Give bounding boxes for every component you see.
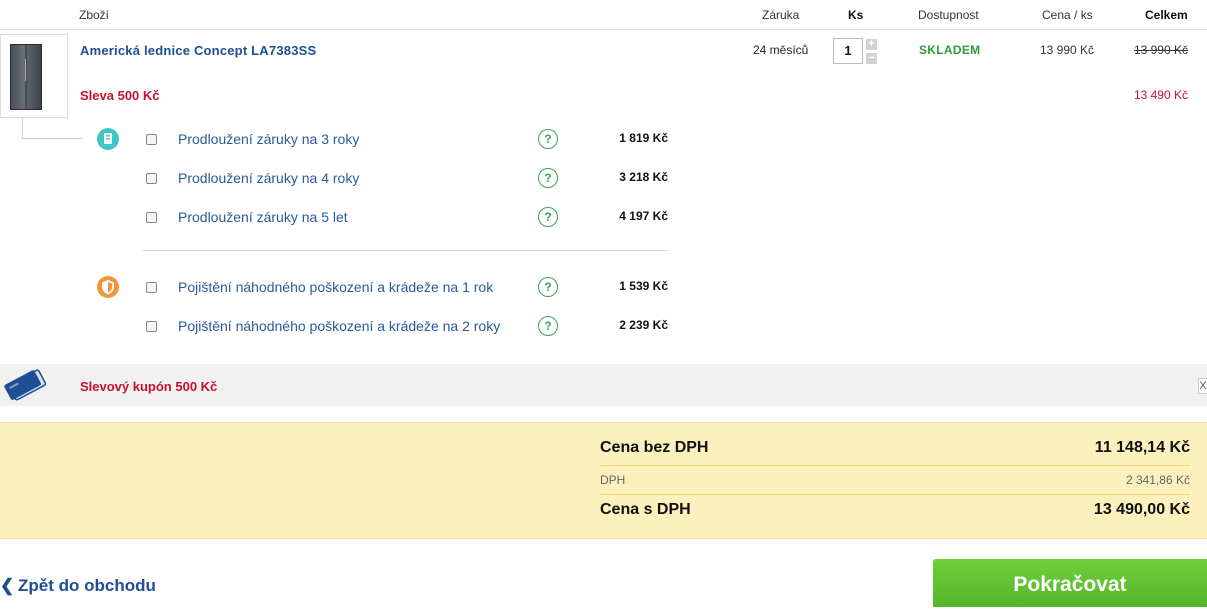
chevron-left-icon: ❮ bbox=[0, 576, 15, 595]
tree-connector bbox=[22, 138, 82, 139]
service-label[interactable]: Prodloužení záruky na 3 roky bbox=[178, 131, 359, 147]
col-total: Celkem bbox=[1145, 8, 1188, 22]
summary-with-vat: Cena s DPH 13 490,00 Kč bbox=[600, 501, 1190, 521]
service-checkbox[interactable] bbox=[146, 282, 157, 293]
help-icon[interactable]: ? bbox=[538, 316, 558, 336]
product-thumbnail[interactable] bbox=[0, 34, 68, 118]
service-price: 1 819 Kč bbox=[619, 131, 668, 145]
col-product: Zboží bbox=[79, 8, 110, 22]
product-warranty: 24 měsíců bbox=[753, 43, 809, 57]
summary-value: 11 148,14 Kč bbox=[1094, 439, 1190, 456]
col-qty: Ks bbox=[848, 8, 864, 22]
total-discounted-price: 13 490 Kč bbox=[1133, 88, 1188, 102]
quantity-input[interactable]: 1 bbox=[833, 38, 863, 64]
back-to-shop-link[interactable]: ❮ Zpět do obchodu bbox=[0, 576, 156, 596]
service-checkbox[interactable] bbox=[146, 321, 157, 332]
services-divider bbox=[143, 250, 668, 251]
coupon-label: Slevový kupón 500 Kč bbox=[80, 379, 218, 394]
service-price: 2 239 Kč bbox=[619, 318, 668, 332]
service-price: 1 539 Kč bbox=[619, 279, 668, 293]
cart-table-header: Zboží Záruka Ks Dostupnost Cena / ks Cel… bbox=[0, 0, 1207, 30]
summary-label: Cena bez DPH bbox=[600, 439, 709, 456]
col-availability: Dostupnost bbox=[918, 8, 979, 22]
back-label: Zpět do obchodu bbox=[18, 576, 156, 595]
service-label[interactable]: Prodloužení záruky na 5 let bbox=[178, 209, 348, 225]
availability-status: SKLADEM bbox=[919, 43, 981, 57]
summary-label: Cena s DPH bbox=[600, 501, 691, 518]
help-icon[interactable]: ? bbox=[538, 129, 558, 149]
qty-minus-button[interactable]: − bbox=[866, 53, 877, 64]
help-icon[interactable]: ? bbox=[538, 207, 558, 227]
total-original-price: 13 990 Kč bbox=[1133, 43, 1188, 57]
coupon-remove-button[interactable]: X bbox=[1198, 378, 1207, 394]
help-icon[interactable]: ? bbox=[538, 277, 558, 297]
col-unit-price: Cena / ks bbox=[1042, 8, 1093, 22]
service-checkbox[interactable] bbox=[146, 173, 157, 184]
col-warranty: Záruka bbox=[762, 8, 800, 22]
summary-without-vat: Cena bez DPH 11 148,14 Kč bbox=[600, 439, 1190, 459]
product-name-link[interactable]: Americká lednice Concept LA7383SS bbox=[80, 43, 316, 58]
coupon-ticket-icon bbox=[4, 368, 48, 402]
help-icon[interactable]: ? bbox=[538, 168, 558, 188]
service-checkbox[interactable] bbox=[146, 134, 157, 145]
continue-button[interactable]: Pokračovat bbox=[933, 559, 1207, 607]
service-label[interactable]: Prodloužení záruky na 4 roky bbox=[178, 170, 359, 186]
qty-plus-button[interactable]: + bbox=[866, 39, 877, 50]
unit-price: 13 990 Kč bbox=[1040, 43, 1095, 57]
service-price: 4 197 Kč bbox=[619, 209, 668, 223]
summary-label: DPH bbox=[600, 473, 626, 487]
discount-label: Sleva 500 Kč bbox=[80, 88, 160, 103]
service-label[interactable]: Pojištění náhodného poškození a krádeže … bbox=[178, 279, 493, 295]
service-price: 3 218 Kč bbox=[619, 170, 668, 184]
summary-vat: DPH 2 341,86 Kč bbox=[600, 473, 1190, 489]
service-checkbox[interactable] bbox=[146, 212, 157, 223]
fridge-image bbox=[10, 44, 42, 110]
tree-connector bbox=[22, 117, 23, 139]
insurance-shield-icon bbox=[97, 276, 119, 298]
summary-value: 13 490,00 Kč bbox=[1093, 501, 1190, 518]
summary-divider bbox=[600, 465, 1190, 466]
summary-divider bbox=[600, 494, 1190, 495]
summary-value: 2 341,86 Kč bbox=[1125, 473, 1190, 487]
warranty-extension-icon bbox=[97, 128, 119, 150]
service-label[interactable]: Pojištění náhodného poškození a krádeže … bbox=[178, 318, 500, 334]
